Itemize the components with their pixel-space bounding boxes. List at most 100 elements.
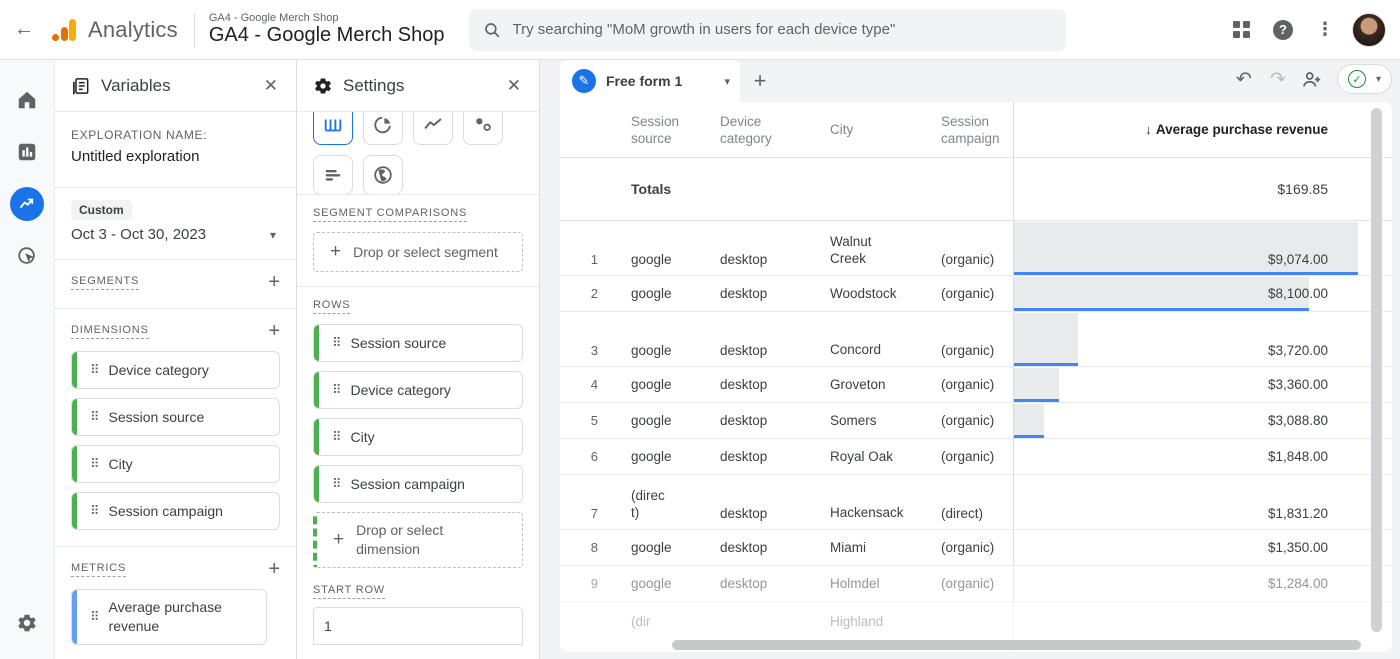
- drag-handle-icon[interactable]: ⠿: [90, 409, 99, 425]
- plus-icon: +: [333, 529, 344, 551]
- table-row[interactable]: 3 google desktop Concord (organic) $3,72…: [560, 312, 1392, 367]
- add-tab-icon[interactable]: +: [740, 60, 780, 102]
- chevron-down-icon[interactable]: ▾: [724, 75, 730, 88]
- start-row-input[interactable]: [313, 607, 523, 645]
- search-icon: [483, 21, 501, 39]
- dimension-chip-session-campaign[interactable]: ⠿ Session campaign: [71, 492, 280, 530]
- row-chip-device-category[interactable]: ⠿ Device category: [313, 371, 523, 409]
- redo-icon[interactable]: ↷: [1261, 62, 1295, 96]
- drop-segment-text: Drop or select segment: [353, 244, 498, 260]
- top-bar: ← Analytics GA4 - Google Merch Shop GA4 …: [0, 0, 1400, 60]
- dimensions-section: DIMENSIONS + ⠿ Device category ⠿ Session…: [55, 309, 296, 547]
- nav-reports-icon[interactable]: [7, 126, 47, 178]
- metric-chip-average-purchase-revenue[interactable]: ⠿ Average purchase revenue: [71, 589, 267, 645]
- variables-title: Variables: [101, 76, 171, 96]
- technique-geo-icon[interactable]: [363, 155, 403, 195]
- header-session-campaign: Session campaign: [916, 113, 1013, 147]
- avatar[interactable]: [1352, 13, 1386, 47]
- nav-admin-gear-icon[interactable]: [7, 597, 47, 649]
- freeform-table-card: Session source Device category City Sess…: [560, 102, 1392, 652]
- technique-table-icon[interactable]: [313, 112, 353, 145]
- totals-label: Totals: [606, 181, 695, 197]
- saved-status-button[interactable]: ✓ ▾: [1337, 64, 1392, 94]
- totals-row: Totals $169.85: [560, 158, 1392, 221]
- dimension-chip-city[interactable]: ⠿ City: [71, 445, 280, 483]
- technique-scatter-icon[interactable]: [463, 112, 503, 145]
- exploration-name-value[interactable]: Untitled exploration: [71, 148, 280, 165]
- drag-handle-icon[interactable]: ⠿: [90, 456, 99, 472]
- header-session-source: Session source: [606, 113, 695, 147]
- edit-pencil-icon[interactable]: ✎: [572, 69, 596, 93]
- row-chip-label: Device category: [351, 382, 451, 398]
- sort-desc-icon: ↓: [1145, 122, 1152, 137]
- topbar-divider: [194, 13, 195, 47]
- settings-title: Settings: [343, 76, 404, 96]
- variables-close-icon[interactable]: ✕: [260, 72, 282, 100]
- technique-line-icon[interactable]: [413, 112, 453, 145]
- chevron-down-icon: ▾: [270, 228, 280, 242]
- row-chip-label: Session campaign: [351, 476, 465, 492]
- nav-home-icon[interactable]: [7, 74, 47, 126]
- table-row[interactable]: 6 google desktop Royal Oak (organic) $1,…: [560, 439, 1392, 475]
- add-dimension-icon[interactable]: +: [268, 321, 280, 341]
- add-metric-icon[interactable]: +: [268, 559, 280, 579]
- value-bar: [1014, 313, 1078, 366]
- tab-free-form-1[interactable]: ✎ Free form 1 ▾: [560, 60, 740, 102]
- saved-check-icon: ✓: [1348, 70, 1366, 88]
- dimensions-label: DIMENSIONS: [71, 324, 149, 339]
- metrics-label: METRICS: [71, 562, 126, 577]
- search-input[interactable]: [513, 21, 1052, 38]
- technique-picker: [297, 112, 539, 195]
- horizontal-scrollbar[interactable]: [672, 640, 1361, 650]
- drag-handle-icon[interactable]: ⠿: [332, 429, 341, 445]
- drop-segment-zone[interactable]: + Drop or select segment: [313, 232, 523, 272]
- settings-close-icon[interactable]: ✕: [503, 72, 525, 100]
- row-chip-session-campaign[interactable]: ⠿ Session campaign: [313, 465, 523, 503]
- share-user-add-icon[interactable]: [1295, 62, 1329, 96]
- row-chip-session-source[interactable]: ⠿ Session source: [313, 324, 523, 362]
- more-options-icon[interactable]: ⋮: [1304, 9, 1346, 51]
- table-row[interactable]: 5 google desktop Somers (organic) $3,088…: [560, 403, 1392, 439]
- segments-label: SEGMENTS: [71, 275, 139, 290]
- drag-handle-icon[interactable]: ⠿: [90, 362, 99, 378]
- dimension-chip-device-category[interactable]: ⠿ Device category: [71, 351, 280, 389]
- vertical-scrollbar[interactable]: [1371, 108, 1382, 632]
- header-metric-sortable[interactable]: ↓ Average purchase revenue: [1013, 102, 1392, 157]
- drag-handle-icon[interactable]: ⠿: [332, 382, 341, 398]
- table-row[interactable]: 4 google desktop Groveton (organic) $3,3…: [560, 367, 1392, 403]
- nav-explore-icon[interactable]: [7, 178, 47, 230]
- settings-panel: Settings ✕: [297, 60, 540, 659]
- back-arrow-icon[interactable]: ←: [4, 10, 44, 50]
- variables-icon: [71, 76, 91, 96]
- table-row[interactable]: 1 google desktop Walnut Creek (organic) …: [560, 221, 1392, 276]
- variables-header: Variables ✕: [55, 60, 296, 112]
- drag-handle-icon[interactable]: ⠿: [90, 503, 99, 519]
- drag-handle-icon[interactable]: ⠿: [332, 335, 341, 351]
- table-row[interactable]: 9 google desktop Holmdel (organic) $1,28…: [560, 566, 1392, 602]
- segment-comparisons-label: SEGMENT COMPARISONS: [313, 207, 467, 222]
- date-range-selector[interactable]: Oct 3 - Oct 30, 2023 ▾: [71, 226, 280, 243]
- drop-dimension-zone[interactable]: + Drop or select dimension: [313, 512, 523, 568]
- property-selector[interactable]: GA4 - Google Merch Shop GA4 - Google Mer…: [209, 12, 445, 48]
- table-row[interactable]: 8 google desktop Miami (organic) $1,350.…: [560, 530, 1392, 566]
- dimension-chip-session-source[interactable]: ⠿ Session source: [71, 398, 280, 436]
- date-range-section: Custom Oct 3 - Oct 30, 2023 ▾: [55, 188, 296, 260]
- exploration-canvas: ✎ Free form 1 ▾ + ↶ ↷ ✓: [540, 60, 1400, 659]
- help-icon[interactable]: ?: [1262, 9, 1304, 51]
- row-chip-label: Session source: [351, 335, 447, 351]
- row-chip-city[interactable]: ⠿ City: [313, 418, 523, 456]
- start-row-label: START ROW: [313, 584, 385, 599]
- add-segment-icon[interactable]: +: [268, 272, 280, 292]
- undo-icon[interactable]: ↶: [1227, 62, 1261, 96]
- technique-bar-icon[interactable]: [313, 155, 353, 195]
- search-bar[interactable]: [469, 9, 1066, 51]
- apps-grid-icon[interactable]: [1220, 9, 1262, 51]
- table-row[interactable]: 2 google desktop Woodstock (organic) $8,…: [560, 276, 1392, 312]
- drag-handle-icon[interactable]: ⠿: [332, 476, 341, 492]
- drag-handle-icon[interactable]: ⠿: [90, 609, 99, 625]
- value-bar: [1014, 404, 1044, 438]
- nav-advertising-icon[interactable]: [7, 230, 47, 282]
- chevron-down-icon: ▾: [1376, 74, 1381, 85]
- table-row[interactable]: 7 (direct) desktop Hackensack (direct) $…: [560, 475, 1392, 530]
- technique-donut-icon[interactable]: [363, 112, 403, 145]
